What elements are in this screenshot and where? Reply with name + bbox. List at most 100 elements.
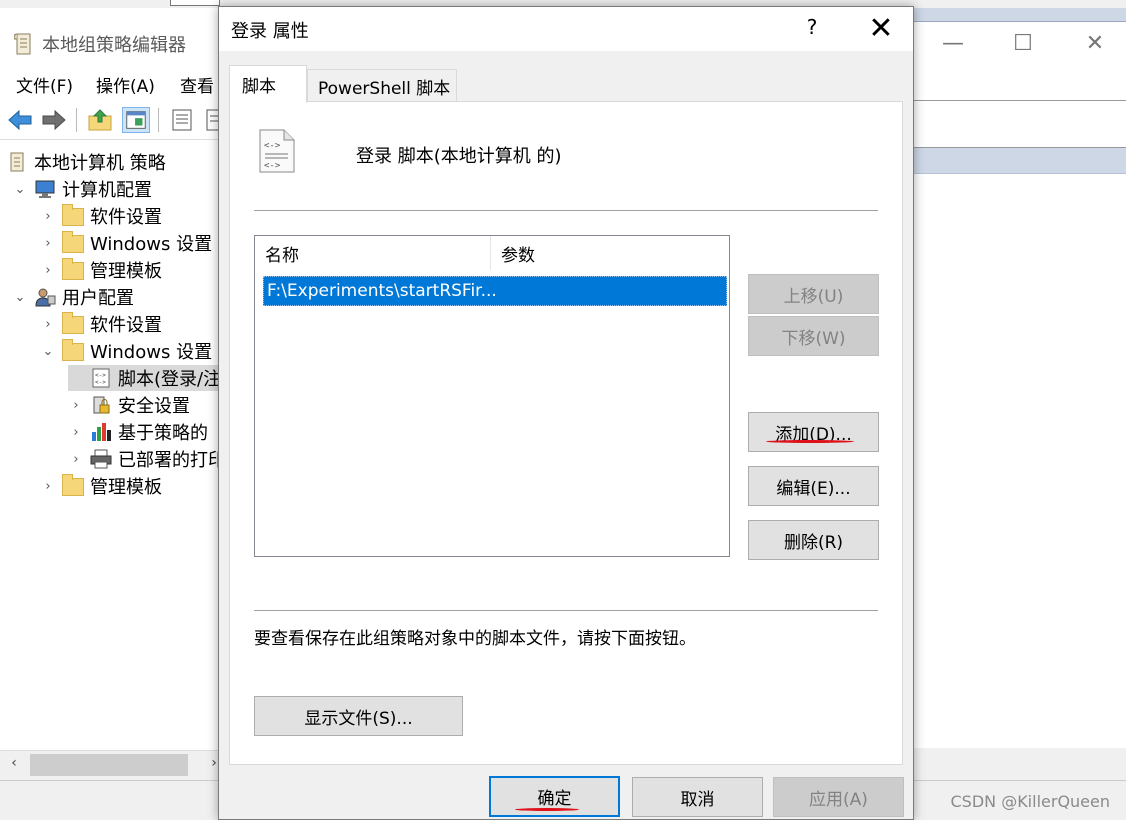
divider [254,210,878,212]
watermark: CSDN @KillerQueen [950,792,1110,811]
add-button[interactable]: 添加(D)... [748,412,879,452]
help-icon[interactable]: ? [797,15,827,39]
list-header: 名称 参数 [255,236,729,270]
chevron-right-icon[interactable]: › [40,263,56,278]
tree-item-label: 计算机配置 [62,180,152,201]
background-accent-band [912,8,1126,22]
folder-icon [62,258,84,280]
scrollbar-thumb[interactable] [30,754,188,776]
back-arrow-icon[interactable] [6,107,34,133]
folder-icon [62,312,84,334]
script-file-icon: <-> <-> [259,129,295,173]
tree-item-label: 基于策略的 [118,423,208,444]
svg-text:<->: <-> [95,379,106,386]
tree-item-computer-windows[interactable]: › Windows 设置 [40,230,212,256]
table-row[interactable]: F:\Experiments\startRSFir... [263,276,727,306]
tree-item-label: 已部署的打印 [118,450,226,471]
chevron-right-icon[interactable]: › [40,236,56,251]
menu-view[interactable]: 查看 [180,72,214,97]
script-name-cell: F:\Experiments\startRSFir... [267,281,497,301]
tab-scripts[interactable]: 脚本 [229,65,307,103]
user-icon [34,287,56,307]
scripts-tab-panel: <-> <-> 登录 脚本(本地计算机 的) 名称 参数 F:\Experime… [229,101,903,765]
background-window-title: 本地组策略编辑器 [42,35,186,56]
chevron-right-icon[interactable]: › [40,209,56,224]
background-tab-fragment [170,0,220,6]
chevron-right-icon[interactable]: › [68,452,84,467]
up-folder-icon[interactable] [86,107,114,133]
folder-icon [62,204,84,226]
tree-item-label: Windows 设置 [90,234,213,255]
tree-item-label: 安全设置 [118,396,190,417]
policy-editor-icon [14,33,31,55]
tab-powershell-scripts[interactable]: PowerShell 脚本 [307,69,457,102]
tree-item-scripts[interactable]: <-> <-> 脚本(登录/注 [68,365,228,391]
tree-item-label: 本地计算机 策略 [34,153,166,174]
chevron-right-icon[interactable]: › [40,479,56,494]
close-icon[interactable]: ✕ [1080,30,1110,58]
tree-item-label: 用户配置 [62,288,134,309]
tree-item-user-config[interactable]: ⌄ 用户配置 [12,284,134,310]
policy-tree: 本地计算机 策略 ⌄ 计算机配置 › 软件设置 › Windows 设置 › 管… [0,146,228,750]
tree-item-computer-software[interactable]: › 软件设置 [40,203,162,229]
tree-item-computer-config[interactable]: ⌄ 计算机配置 [12,176,152,202]
show-files-button[interactable]: 显示文件(S)... [254,696,463,736]
panel-heading: 登录 脚本(本地计算机 的) [356,146,562,167]
tree-item-deployed-printers[interactable]: › 已部署的打印 [68,446,226,472]
background-detail-pane [912,174,1126,748]
move-up-button[interactable]: 上移(U) [748,274,879,314]
column-header-name[interactable]: 名称 [255,236,491,270]
red-underline-annotation [515,808,579,811]
chevron-right-icon[interactable]: › [40,317,56,332]
chevron-right-icon[interactable]: › [68,398,84,413]
red-underline-annotation [766,440,854,443]
scripts-list[interactable]: 名称 参数 F:\Experiments\startRSFir... [254,235,730,557]
chevron-down-icon[interactable]: ⌄ [12,290,28,305]
tree-item-user-windows[interactable]: ⌄ Windows 设置 [40,338,212,364]
dialog-title-bar: 登录 属性 ? ✕ [219,7,913,51]
tree-item-label: Windows 设置 [90,342,213,363]
background-status-area [912,748,1126,780]
folder-icon [62,474,84,496]
tree-item-label: 软件设置 [90,207,162,228]
maximize-icon[interactable]: ☐ [1008,30,1038,58]
svg-text:<->: <-> [95,372,106,379]
menu-action[interactable]: 操作(A) [96,72,155,97]
minimize-icon[interactable]: — [938,30,968,58]
tree-item-label: 管理模板 [90,477,162,498]
tree-item-policy-qos[interactable]: › 基于策略的 [68,419,208,445]
tree-item-security[interactable]: › 安全设置 [68,392,190,418]
tree-item-user-software[interactable]: › 软件设置 [40,311,162,337]
svg-text:<->: <-> [264,161,281,171]
apply-button[interactable]: 应用(A) [773,777,904,817]
chevron-right-icon[interactable]: › [68,425,84,440]
policy-icon [6,152,28,172]
background-list-header [912,148,1126,174]
tree-item-label: 脚本(登录/注 [118,369,222,390]
chevron-down-icon[interactable]: ⌄ [40,344,56,359]
logon-properties-dialog: 登录 属性 ? ✕ 脚本 PowerShell 脚本 <-> <-> 登录 脚本… [218,6,914,820]
scroll-left-icon[interactable]: ‹ [4,755,24,771]
tree-item-label: 软件设置 [90,315,162,336]
show-hide-tree-icon[interactable] [122,107,150,133]
show-files-note: 要查看保存在此组策略对象中的脚本文件，请按下面按钮。 [254,629,696,649]
folder-icon [62,339,84,361]
chart-icon [90,422,112,442]
remove-button[interactable]: 删除(R) [748,520,879,560]
dialog-close-icon[interactable]: ✕ [861,9,901,49]
menu-file[interactable]: 文件(F) [16,72,73,97]
tree-item-computer-admin-templates[interactable]: › 管理模板 [40,257,162,283]
cancel-button[interactable]: 取消 [632,777,763,817]
chevron-down-icon[interactable]: ⌄ [12,182,28,197]
move-down-button[interactable]: 下移(W) [748,316,879,356]
properties-icon[interactable] [168,107,196,133]
forward-arrow-icon[interactable] [40,107,68,133]
script-icon: <-> <-> [90,368,112,388]
tree-item-label: 管理模板 [90,261,162,282]
edit-button[interactable]: 编辑(E)... [748,466,879,506]
tree-item-user-admin-templates[interactable]: › 管理模板 [40,473,162,499]
tree-item-local-policy[interactable]: 本地计算机 策略 [6,149,166,175]
tree-horizontal-scrollbar[interactable]: ‹ › [0,750,218,780]
column-header-params[interactable]: 参数 [491,236,729,270]
computer-icon [34,179,56,199]
